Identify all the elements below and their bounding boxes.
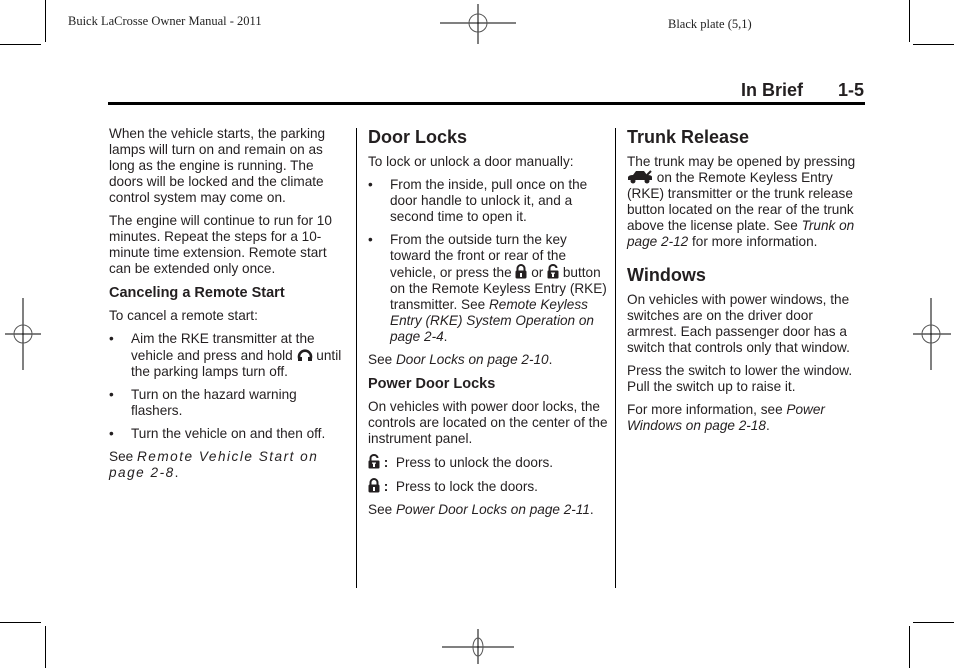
cancel-steps-list: • Aim the RKE transmitter at the vehicle… <box>109 331 349 442</box>
crop-mark <box>45 0 46 42</box>
unlock-instruction: : Press to unlock the doors. <box>368 454 608 471</box>
bullet-icon: • <box>109 387 114 402</box>
list-item-text: Turn on the hazard warning flashers. <box>131 387 297 418</box>
plate-label: Black plate (5,1) <box>668 17 752 31</box>
list-item: • Turn the vehicle on and then off. <box>109 426 349 442</box>
crop-mark <box>0 622 41 623</box>
remote-start-icon <box>297 349 312 361</box>
trunk-release-heading: Trunk Release <box>627 127 750 147</box>
list-item: • Turn on the hazard warning flashers. <box>109 387 349 419</box>
canceling-remote-start-heading: Canceling a Remote Start <box>109 285 285 301</box>
crop-mark <box>0 44 41 45</box>
column-1: When the vehicle starts, the parking lam… <box>109 126 349 488</box>
remote-start-paragraph: When the vehicle starts, the parking lam… <box>109 126 326 205</box>
see-reference: For more information, see Power Windows … <box>627 402 859 434</box>
cross-reference-link[interactable]: Power Door Locks on page 2-11 <box>396 502 590 517</box>
registration-mark-right-icon <box>913 298 951 370</box>
header-rule <box>108 102 865 105</box>
cross-reference-link[interactable]: Door Locks on page 2-10 <box>396 352 549 367</box>
list-item-text: or <box>531 265 544 280</box>
door-locks-heading: Door Locks <box>368 127 468 147</box>
separator: : <box>383 455 389 470</box>
crop-mark <box>909 0 910 42</box>
list-item: • From the outside turn the key toward t… <box>368 232 608 345</box>
cancel-intro: To cancel a remote start: <box>109 308 258 323</box>
unlock-icon <box>547 264 559 279</box>
see-prefix: See <box>109 449 137 464</box>
paragraph-text: for more information. <box>688 234 818 249</box>
bullet-icon: • <box>368 177 373 192</box>
windows-heading: Windows <box>627 265 706 285</box>
trunk-release-icon <box>628 170 652 184</box>
crop-mark <box>45 626 46 668</box>
see-reference: See Power Door Locks on page 2-11. <box>368 502 608 518</box>
registration-mark-left-icon <box>5 298 41 370</box>
column-2: Door Locks To lock or unlock a door manu… <box>368 126 608 525</box>
lock-instruction: : Press to lock the doors. <box>368 478 608 495</box>
separator: : <box>383 479 389 494</box>
crop-mark <box>913 622 954 623</box>
list-item-text: Turn the vehicle on and then off. <box>131 426 326 441</box>
list-item: • From the inside, pull once on the door… <box>368 177 608 225</box>
list-item-text: Aim the RKE transmitter at the vehicle a… <box>131 331 315 363</box>
column-3: Trunk Release The trunk may be opened by… <box>627 126 859 441</box>
bullet-icon: • <box>109 426 114 441</box>
see-suffix: . <box>589 502 594 517</box>
door-locks-intro: To lock or unlock a door manually: <box>368 154 574 169</box>
page-number: 1-5 <box>838 80 865 100</box>
see-suffix: . <box>548 352 553 367</box>
remote-start-extension-paragraph: The engine will continue to run for 10 m… <box>109 213 332 276</box>
instruction-text: Press to unlock the doors. <box>395 455 554 470</box>
crop-mark <box>909 626 910 668</box>
section-title: In Brief <box>741 80 804 100</box>
crop-mark <box>913 44 954 45</box>
unlock-icon <box>368 454 380 469</box>
door-locks-list: • From the inside, pull once on the door… <box>368 177 608 345</box>
column-divider <box>615 128 616 588</box>
see-suffix: . <box>765 418 770 433</box>
column-divider <box>356 128 357 588</box>
list-item-text: . <box>443 329 448 344</box>
power-door-locks-paragraph: On vehicles with power door locks, the c… <box>368 399 608 446</box>
instruction-text: Press to lock the doors. <box>395 479 538 494</box>
list-item: • Aim the RKE transmitter at the vehicle… <box>109 331 349 380</box>
see-suffix: . <box>174 465 179 480</box>
registration-mark-bottom-icon <box>442 629 514 664</box>
trunk-release-paragraph: The trunk may be opened by pressing on t… <box>627 154 859 250</box>
lock-icon <box>368 478 380 493</box>
lock-icon <box>515 264 527 279</box>
see-prefix: See <box>368 502 396 517</box>
see-reference: See Remote Vehicle Start on page 2-8. <box>109 449 349 481</box>
bullet-icon: • <box>368 232 373 247</box>
bullet-icon: • <box>109 331 114 346</box>
see-prefix: For more information, see <box>627 402 787 417</box>
power-door-locks-heading: Power Door Locks <box>368 376 496 392</box>
registration-mark-top-icon <box>440 4 516 44</box>
see-prefix: See <box>368 352 396 367</box>
windows-switch-paragraph: Press the switch to lower the window. Pu… <box>627 363 853 394</box>
windows-paragraph: On vehicles with power windows, the swit… <box>627 292 850 355</box>
see-reference: See Door Locks on page 2-10. <box>368 352 608 368</box>
paragraph-text: The trunk may be opened by pressing <box>627 154 856 169</box>
manual-title: Buick LaCrosse Owner Manual - 2011 <box>68 14 262 28</box>
cross-reference-link[interactable]: Remote Vehicle Start on page 2-8 <box>109 449 318 480</box>
list-item-text: From the inside, pull once on the door h… <box>390 177 588 224</box>
